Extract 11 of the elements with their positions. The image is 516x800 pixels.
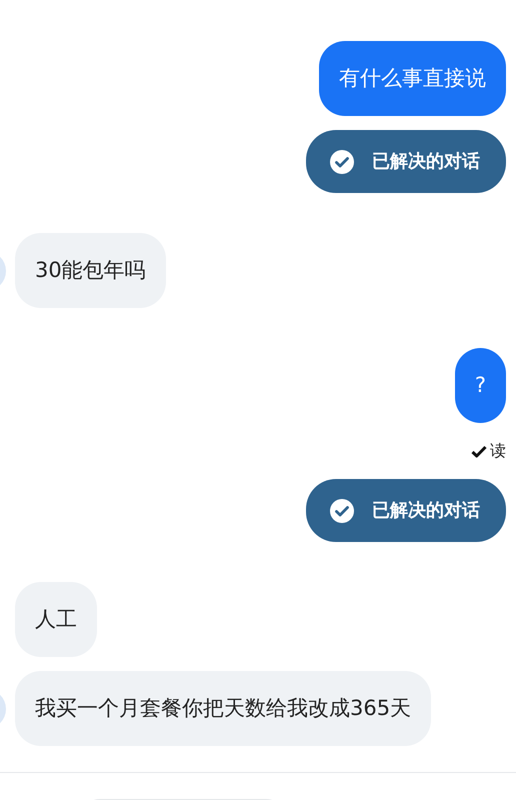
resolved-conversation-button[interactable]: 已解决的对话 <box>306 130 506 193</box>
message-bubble: ? <box>454 348 506 423</box>
message-bubble: 有什么事直接说 <box>319 41 506 116</box>
read-receipt: 读 <box>490 440 506 462</box>
message-bubble: 30能包年吗 <box>15 233 166 308</box>
message-bubble: 人工 <box>15 582 97 657</box>
resolved-conversation-button[interactable]: 已解决的对话 <box>306 479 506 542</box>
message-bubble: 我买一个月套餐你把天数给我改成365天 <box>15 671 432 746</box>
check-circle-icon <box>330 498 354 522</box>
checkmark-icon <box>471 444 487 458</box>
check-circle-icon <box>330 150 354 174</box>
